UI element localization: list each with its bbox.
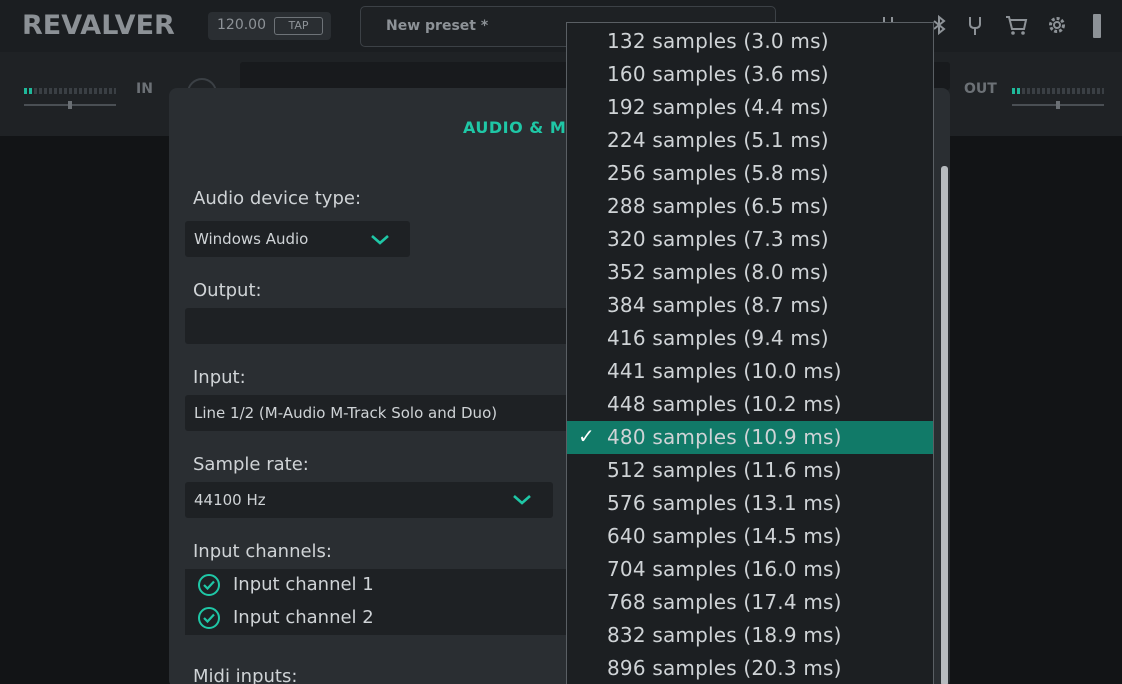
- dropdown-option-selected[interactable]: ✓ 480 samples (10.9 ms): [567, 421, 933, 454]
- dropdown-option[interactable]: 441 samples (10.0 ms): [567, 355, 933, 388]
- option-label: 480 samples (10.9 ms): [607, 425, 842, 449]
- option-label: 441 samples (10.0 ms): [607, 359, 842, 383]
- option-label: 416 samples (9.4 ms): [607, 326, 829, 350]
- top-bar: REVALVER 120.00 TAP New preset *: [0, 0, 1122, 52]
- option-label: 256 samples (5.8 ms): [607, 161, 829, 185]
- dropdown-option[interactable]: 704 samples (16.0 ms): [567, 553, 933, 586]
- option-label: 512 samples (11.6 ms): [607, 458, 842, 482]
- chevron-down-icon: [511, 493, 533, 507]
- input-value: Line 1/2 (M-Audio M-Track Solo and Duo): [194, 404, 498, 422]
- buffer-size-dropdown[interactable]: 132 samples (3.0 ms) 160 samples (3.6 ms…: [566, 22, 934, 684]
- midi-inputs-label: Midi inputs:: [193, 666, 298, 684]
- output-level-meter: [1012, 88, 1104, 94]
- checkmark-icon: ✓: [578, 424, 595, 448]
- dropdown-option[interactable]: 448 samples (10.2 ms): [567, 388, 933, 421]
- chevron-down-icon: [369, 233, 391, 247]
- input-level-meter: [24, 88, 116, 94]
- tempo-box[interactable]: 120.00 TAP: [208, 12, 331, 40]
- menu-handle[interactable]: [1093, 14, 1101, 38]
- dropdown-option[interactable]: 384 samples (8.7 ms): [567, 289, 933, 322]
- option-label: 832 samples (18.9 ms): [607, 623, 842, 647]
- dropdown-option[interactable]: 132 samples (3.0 ms): [567, 25, 933, 58]
- dropdown-option[interactable]: 576 samples (13.1 ms): [567, 487, 933, 520]
- input-channels-label: Input channels:: [193, 541, 332, 562]
- dropdown-scrollbar[interactable]: [941, 166, 948, 684]
- option-label: 192 samples (4.4 ms): [607, 95, 829, 119]
- sample-rate-select[interactable]: 44100 Hz: [185, 482, 553, 518]
- tap-tempo-button[interactable]: TAP: [274, 17, 323, 35]
- input-gain-handle[interactable]: [68, 101, 72, 109]
- option-label: 352 samples (8.0 ms): [607, 260, 829, 284]
- tuner-fork-icon[interactable]: [964, 14, 986, 36]
- dropdown-option[interactable]: 288 samples (6.5 ms): [567, 190, 933, 223]
- bpm-value[interactable]: 120.00: [217, 17, 266, 33]
- dropdown-option[interactable]: 224 samples (5.1 ms): [567, 124, 933, 157]
- dropdown-option[interactable]: 832 samples (18.9 ms): [567, 619, 933, 652]
- in-label: IN: [136, 81, 153, 97]
- device-type-value: Windows Audio: [194, 230, 309, 248]
- gear-icon[interactable]: [1046, 14, 1068, 36]
- option-label: 160 samples (3.6 ms): [607, 62, 829, 86]
- option-label: 448 samples (10.2 ms): [607, 392, 842, 416]
- cart-icon[interactable]: [1004, 14, 1028, 36]
- option-label: 384 samples (8.7 ms): [607, 293, 829, 317]
- dropdown-option[interactable]: 512 samples (11.6 ms): [567, 454, 933, 487]
- dropdown-option[interactable]: 192 samples (4.4 ms): [567, 91, 933, 124]
- option-label: 132 samples (3.0 ms): [607, 29, 829, 53]
- option-label: 896 samples (20.3 ms): [607, 656, 842, 680]
- option-label: 224 samples (5.1 ms): [607, 128, 829, 152]
- dropdown-option[interactable]: 320 samples (7.3 ms): [567, 223, 933, 256]
- dropdown-option[interactable]: 768 samples (17.4 ms): [567, 586, 933, 619]
- sample-rate-value: 44100 Hz: [194, 491, 266, 509]
- output-label: Output:: [193, 280, 262, 301]
- option-label: 768 samples (17.4 ms): [607, 590, 842, 614]
- dropdown-option[interactable]: 416 samples (9.4 ms): [567, 322, 933, 355]
- input-label: Input:: [193, 367, 246, 388]
- device-type-label: Audio device type:: [193, 188, 362, 209]
- preset-name[interactable]: New preset *: [386, 18, 488, 34]
- input-select[interactable]: Line 1/2 (M-Audio M-Track Solo and Duo): [185, 395, 585, 431]
- check-circle-icon: [197, 606, 221, 630]
- dropdown-option[interactable]: 352 samples (8.0 ms): [567, 256, 933, 289]
- option-label: 288 samples (6.5 ms): [607, 194, 829, 218]
- option-label: 704 samples (16.0 ms): [607, 557, 842, 581]
- output-select[interactable]: [185, 308, 585, 344]
- out-label: OUT: [964, 81, 997, 97]
- check-circle-icon: [197, 573, 221, 597]
- scrollbar-thumb[interactable]: [941, 166, 948, 684]
- dropdown-option[interactable]: 160 samples (3.6 ms): [567, 58, 933, 91]
- option-label: 640 samples (14.5 ms): [607, 524, 842, 548]
- device-type-select[interactable]: Windows Audio: [185, 221, 410, 257]
- option-label: 576 samples (13.1 ms): [607, 491, 842, 515]
- output-gain-handle[interactable]: [1056, 101, 1060, 109]
- dropdown-option[interactable]: 896 samples (20.3 ms): [567, 652, 933, 684]
- app-logo: REVALVER: [22, 10, 175, 41]
- input-channel-label: Input channel 2: [233, 607, 374, 628]
- dropdown-option[interactable]: 256 samples (5.8 ms): [567, 157, 933, 190]
- option-label: 320 samples (7.3 ms): [607, 227, 829, 251]
- dropdown-option[interactable]: 640 samples (14.5 ms): [567, 520, 933, 553]
- input-channel-label: Input channel 1: [233, 574, 374, 595]
- sample-rate-label: Sample rate:: [193, 454, 309, 475]
